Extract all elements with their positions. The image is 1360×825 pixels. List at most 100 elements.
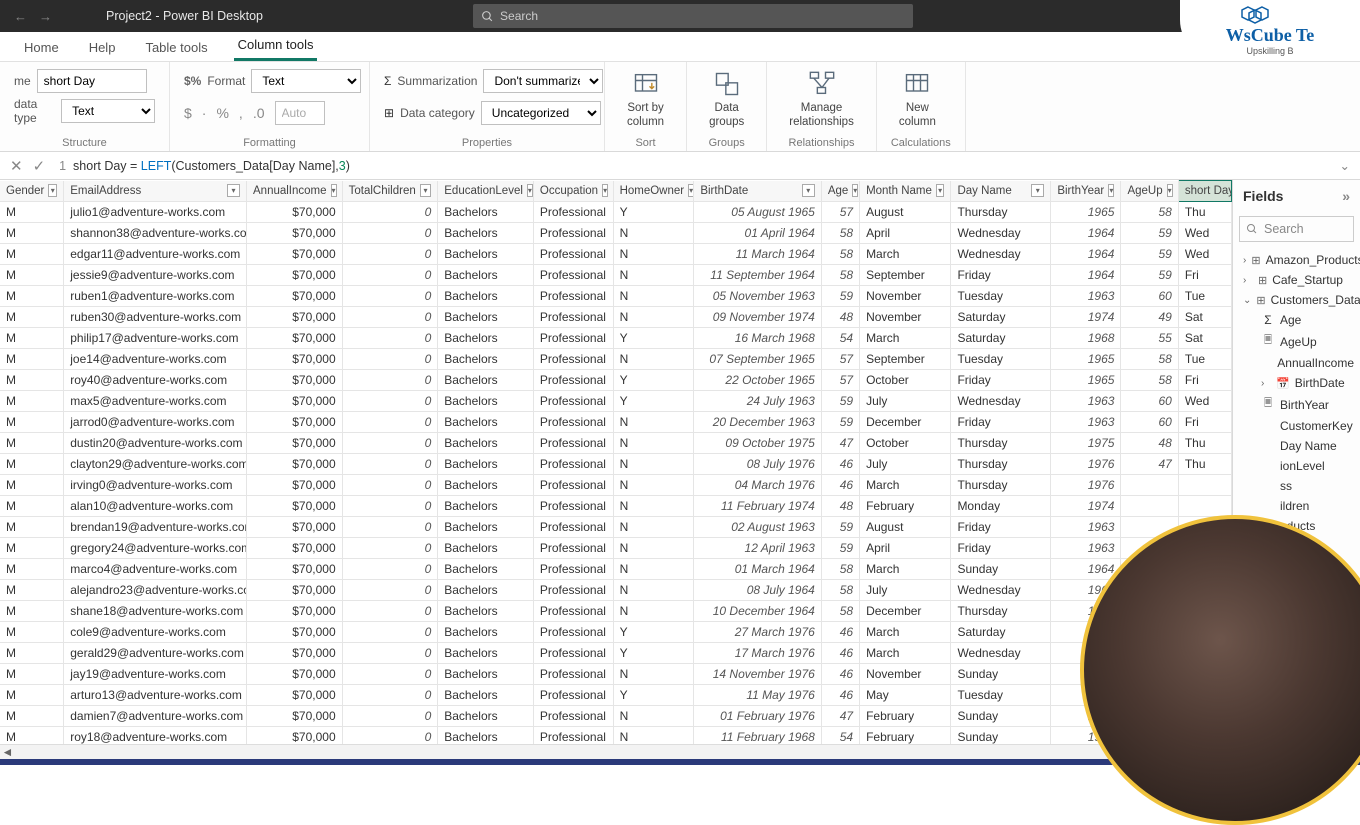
datacategory-label: Data category: [400, 106, 475, 120]
filter-icon[interactable]: ▾: [1031, 184, 1044, 197]
decimals-icon[interactable]: .0: [253, 105, 265, 121]
filter-icon[interactable]: ▾: [420, 184, 432, 197]
cancel-formula-icon[interactable]: ✕: [10, 157, 23, 175]
column-header-annualincome[interactable]: AnnualIncome▾: [247, 181, 343, 202]
horizontal-scrollbar[interactable]: ◄ ►: [0, 744, 1232, 759]
decimal-places-input[interactable]: [275, 101, 325, 125]
table-row[interactable]: Malan10@adventure-works.com$70,0000Bache…: [0, 496, 1232, 517]
format-select[interactable]: Text: [251, 69, 361, 93]
filter-icon[interactable]: ▾: [602, 184, 608, 197]
tab-column-tools[interactable]: Column tools: [234, 31, 318, 61]
field-annualincome[interactable]: AnnualIncome: [1235, 353, 1358, 373]
table-row[interactable]: Mjessie9@adventure-works.com$70,0000Bach…: [0, 265, 1232, 286]
fields-collapse-icon[interactable]: »: [1342, 188, 1350, 204]
field-ageup[interactable]: 🗏AgeUp: [1235, 330, 1358, 353]
datacategory-select[interactable]: Uncategorized: [481, 101, 601, 125]
table-row[interactable]: Mmax5@adventure-works.com$70,0000Bachelo…: [0, 391, 1232, 412]
column-header-homeowner[interactable]: HomeOwner▾: [613, 181, 694, 202]
field-age[interactable]: ΣAge: [1235, 310, 1358, 330]
tab-help[interactable]: Help: [85, 34, 120, 61]
filter-icon[interactable]: ▾: [852, 184, 858, 197]
table-row[interactable]: Mruben30@adventure-works.com$70,0000Bach…: [0, 307, 1232, 328]
scroll-left-icon[interactable]: ◄: [0, 745, 15, 759]
table-row[interactable]: Malejandro23@adventure-works.com$70,0000…: [0, 580, 1232, 601]
table-row[interactable]: Medgar11@adventure-works.com$70,0000Bach…: [0, 244, 1232, 265]
back-icon[interactable]: ←: [14, 9, 27, 24]
table-row[interactable]: Mshannon38@adventure-works.com$70,0000Ba…: [0, 223, 1232, 244]
table-row[interactable]: Mshane18@adventure-works.com$70,0000Bach…: [0, 601, 1232, 622]
table-node-amazon_products[interactable]: ›⊞Amazon_Products: [1235, 250, 1358, 270]
data-grid[interactable]: Gender▾EmailAddress▾AnnualIncome▾TotalCh…: [0, 180, 1232, 744]
table-row[interactable]: Mruben1@adventure-works.com$70,0000Bache…: [0, 286, 1232, 307]
formula-text[interactable]: 1 short Day = LEFT(Customers_Data[Day Na…: [59, 159, 350, 173]
column-header-birthyear[interactable]: BirthYear▾: [1051, 181, 1121, 202]
column-header-day-name[interactable]: Day Name▾: [951, 181, 1051, 202]
field-day-name[interactable]: Day Name: [1235, 436, 1358, 456]
sort-icon: [632, 70, 660, 98]
manage-relationships-button[interactable]: Manage relationships: [781, 68, 862, 132]
filter-icon[interactable]: ▾: [331, 184, 337, 197]
column-header-educationlevel[interactable]: EducationLevel▾: [438, 181, 534, 202]
forward-icon[interactable]: →: [39, 9, 52, 24]
field-ss[interactable]: ss: [1235, 476, 1358, 496]
table-row[interactable]: Mdamien7@adventure-works.com$70,0000Bach…: [0, 706, 1232, 727]
filter-icon[interactable]: ▾: [1167, 184, 1173, 197]
column-name-input[interactable]: [37, 69, 147, 93]
filter-icon[interactable]: ▾: [1108, 184, 1114, 197]
table-row[interactable]: Mclayton29@adventure-works.com$70,0000Ba…: [0, 454, 1232, 475]
data-groups-button[interactable]: Data groups: [701, 68, 752, 132]
fields-title: Fields: [1243, 188, 1283, 204]
column-header-age[interactable]: Age▾: [821, 181, 859, 202]
table-row[interactable]: Mjoe14@adventure-works.com$70,0000Bachel…: [0, 349, 1232, 370]
column-header-gender[interactable]: Gender▾: [0, 181, 64, 202]
column-header-month-name[interactable]: Month Name▾: [860, 181, 951, 202]
currency-icon[interactable]: $: [184, 105, 192, 121]
table-node-customers_data[interactable]: ⌄⊞Customers_Data: [1235, 290, 1358, 310]
table-row[interactable]: Mjarrod0@adventure-works.com$70,0000Bach…: [0, 412, 1232, 433]
summarization-select[interactable]: Don't summarize: [483, 69, 603, 93]
table-row[interactable]: Mirving0@adventure-works.com$70,0000Bach…: [0, 475, 1232, 496]
column-header-totalchildren[interactable]: TotalChildren▾: [342, 181, 438, 202]
filter-icon[interactable]: ▾: [936, 184, 945, 197]
field-birthdate[interactable]: ›📅BirthDate: [1235, 373, 1358, 393]
field-customerkey[interactable]: CustomerKey: [1235, 416, 1358, 436]
fields-search[interactable]: Search: [1239, 216, 1354, 242]
table-row[interactable]: Mjulio1@adventure-works.com$70,0000Bache…: [0, 202, 1232, 223]
table-row[interactable]: Mgerald29@adventure-works.com$70,0000Bac…: [0, 643, 1232, 664]
table-row[interactable]: Mroy40@adventure-works.com$70,0000Bachel…: [0, 370, 1232, 391]
table-row[interactable]: Mcole9@adventure-works.com$70,0000Bachel…: [0, 622, 1232, 643]
filter-icon[interactable]: ▾: [48, 184, 57, 197]
column-header-birthdate[interactable]: BirthDate▾: [694, 181, 822, 202]
table-row[interactable]: Marturo13@adventure-works.com$70,0000Bac…: [0, 685, 1232, 706]
table-row[interactable]: Mbrendan19@adventure-works.com$70,0000Ba…: [0, 517, 1232, 538]
formula-bar[interactable]: ✕ ✓ 1 short Day = LEFT(Customers_Data[Da…: [0, 152, 1360, 180]
field-ionlevel[interactable]: ionLevel: [1235, 456, 1358, 476]
table-row[interactable]: Mdustin20@adventure-works.com$70,0000Bac…: [0, 433, 1232, 454]
column-header-short-day[interactable]: short Day▾: [1178, 181, 1231, 202]
sort-by-column-button[interactable]: Sort by column: [619, 68, 672, 132]
table-node-cafe_startup[interactable]: ›⊞Cafe_Startup: [1235, 270, 1358, 290]
comma-icon[interactable]: ,: [239, 105, 243, 121]
column-header-occupation[interactable]: Occupation▾: [533, 181, 613, 202]
column-header-ageup[interactable]: AgeUp▾: [1121, 181, 1178, 202]
table-row[interactable]: Mphilip17@adventure-works.com$70,0000Bac…: [0, 328, 1232, 349]
commit-formula-icon[interactable]: ✓: [33, 157, 46, 175]
percent-icon[interactable]: %: [216, 105, 228, 121]
field-partial[interactable]: ildren: [1235, 496, 1358, 516]
filter-icon[interactable]: ▾: [802, 184, 815, 197]
column-header-emailaddress[interactable]: EmailAddress▾: [64, 181, 247, 202]
new-column-button[interactable]: New column: [891, 68, 944, 132]
table-row[interactable]: Mroy18@adventure-works.com$70,0000Bachel…: [0, 727, 1232, 745]
filter-icon[interactable]: ▾: [527, 184, 533, 197]
table-row[interactable]: Mgregory24@adventure-works.com$70,0000Ba…: [0, 538, 1232, 559]
global-search[interactable]: Search: [473, 4, 913, 28]
table-row[interactable]: Mjay19@adventure-works.com$70,0000Bachel…: [0, 664, 1232, 685]
filter-icon[interactable]: ▾: [227, 184, 240, 197]
tab-table-tools[interactable]: Table tools: [141, 34, 211, 61]
datatype-select[interactable]: Text: [61, 99, 155, 123]
table-row[interactable]: Mmarco4@adventure-works.com$70,0000Bache…: [0, 559, 1232, 580]
datatype-label: data type: [14, 97, 55, 125]
field-birthyear[interactable]: 🗏BirthYear: [1235, 393, 1358, 416]
tab-home[interactable]: Home: [20, 34, 63, 61]
expand-formula-icon[interactable]: ⌄: [1340, 158, 1354, 173]
